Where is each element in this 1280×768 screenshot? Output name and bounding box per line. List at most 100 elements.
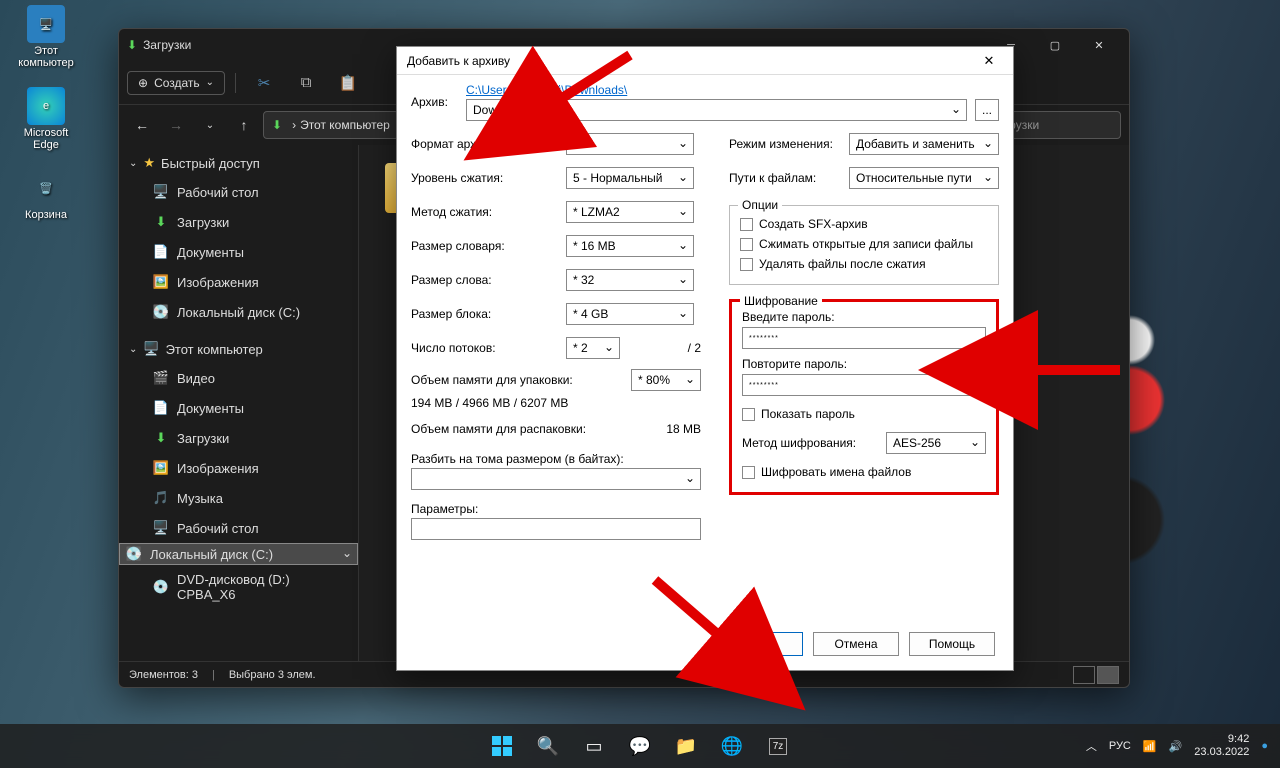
sidebar-item-downloads[interactable]: ⬇Загрузки xyxy=(119,207,358,237)
desktop-icon-edge[interactable]: e Microsoft Edge xyxy=(8,87,84,151)
help-button[interactable]: Помощь xyxy=(909,632,995,656)
sidebar-item-documents[interactable]: 📄Документы xyxy=(119,237,358,267)
checkbox-icon xyxy=(742,408,755,421)
zip-dialog: Добавить к архиву ✕ Архив: C:\Users\Евге… xyxy=(396,46,1014,671)
new-button[interactable]: ⊕Создать⌄ xyxy=(127,71,225,95)
history-button[interactable]: ⌄ xyxy=(195,111,225,139)
checkbox-icon xyxy=(742,466,755,479)
option-shared-checkbox[interactable]: Сжимать открытые для записи файлы xyxy=(740,234,988,254)
chat-button[interactable]: 💬 xyxy=(620,726,660,766)
threads-label: Число потоков: xyxy=(411,341,566,355)
desktop-icon-this-pc[interactable]: 🖥️ Этот компьютер xyxy=(8,5,84,69)
sidebar-item-videos[interactable]: 🎬Видео xyxy=(119,363,358,393)
sidebar-item-downloads[interactable]: ⬇Загрузки xyxy=(119,423,358,453)
language-indicator[interactable]: РУС xyxy=(1109,740,1131,752)
split-select[interactable] xyxy=(411,468,701,490)
copy-button[interactable]: ⧉ xyxy=(288,68,324,98)
desktop-icon: 🖥️ xyxy=(153,520,169,536)
forward-button[interactable]: → xyxy=(161,111,191,139)
sidebar-this-pc[interactable]: ⌄🖥️Этот компьютер xyxy=(119,335,358,363)
sidebar-item-desktop[interactable]: 🖥️Рабочий стол xyxy=(119,177,358,207)
clock[interactable]: 9:42 23.03.2022 xyxy=(1194,733,1249,758)
checkbox-icon xyxy=(740,218,753,231)
clipboard-icon: 📋 xyxy=(339,74,358,92)
format-label: Формат архива: xyxy=(411,137,566,151)
paths-select[interactable]: Относительные пути xyxy=(849,167,999,189)
maximize-button[interactable]: ▢ xyxy=(1033,29,1077,61)
method-label: Метод сжатия: xyxy=(411,205,566,219)
taskview-button[interactable]: ▭ xyxy=(574,726,614,766)
notification-icon[interactable]: ● xyxy=(1261,740,1268,752)
mem-unpack-label: Объем памяти для распаковки: xyxy=(411,422,666,436)
browse-button[interactable]: ... xyxy=(975,99,999,121)
options-group: Опции Создать SFX-архив Сжимать открытые… xyxy=(729,205,999,285)
download-icon: ⬇ xyxy=(153,214,169,230)
encrypt-names-checkbox[interactable]: Шифровать имена файлов xyxy=(742,462,986,482)
volume-icon[interactable]: 🔊 xyxy=(1169,740,1183,753)
explorer-title: Загрузки xyxy=(143,38,191,52)
view-icons-button[interactable] xyxy=(1097,666,1119,684)
folder-icon: 📁 xyxy=(675,736,697,757)
edge-icon: 🌐 xyxy=(721,736,743,757)
sidebar-item-music[interactable]: 🎵Музыка xyxy=(119,483,358,513)
params-input[interactable] xyxy=(411,518,701,540)
word-select[interactable]: * 32 xyxy=(566,269,694,291)
password-label: Введите пароль: xyxy=(742,310,986,324)
archive-name-input[interactable]: Downloads.7z xyxy=(466,99,967,121)
password-confirm-input[interactable]: ******** xyxy=(742,374,986,396)
explorer-button[interactable]: 📁 xyxy=(666,726,706,766)
update-select[interactable]: Добавить и заменить xyxy=(849,133,999,155)
option-delete-checkbox[interactable]: Удалять файлы после сжатия xyxy=(740,254,988,274)
7zip-icon: 7z xyxy=(769,738,788,755)
sidebar-item-documents[interactable]: 📄Документы xyxy=(119,393,358,423)
sidebar-item-local-disk[interactable]: ›💽Локальный диск (C:) xyxy=(119,543,358,565)
search-button[interactable]: 🔍 xyxy=(528,726,568,766)
close-button[interactable]: ✕ xyxy=(1077,29,1121,61)
downloads-icon: ⬇ xyxy=(127,38,137,52)
mem-pack-select[interactable]: * 80% xyxy=(631,369,701,391)
search-icon: 🔍 xyxy=(537,736,559,757)
status-item-count: Элементов: 3 xyxy=(129,669,198,681)
enc-method-select[interactable]: AES-256 xyxy=(886,432,986,454)
recycle-bin-icon: 🗑️ xyxy=(27,169,65,207)
checkbox-icon xyxy=(740,258,753,271)
chevron-down-icon: ⌄ xyxy=(129,344,137,355)
address-path[interactable]: ⬇›Этот компьютер xyxy=(263,111,399,139)
sidebar-item-desktop[interactable]: 🖥️Рабочий стол xyxy=(119,513,358,543)
ok-button[interactable]: OK xyxy=(717,632,803,656)
format-select[interactable]: 7z xyxy=(566,133,694,155)
windows-icon xyxy=(492,736,512,756)
start-button[interactable] xyxy=(482,726,522,766)
sidebar-item-local-disk[interactable]: 💽Локальный диск (C:) xyxy=(119,297,358,327)
scissors-icon: ✂ xyxy=(258,74,271,92)
paste-button[interactable]: 📋 xyxy=(330,68,366,98)
edge-button[interactable]: 🌐 xyxy=(712,726,752,766)
sidebar-item-pictures[interactable]: 🖼️Изображения xyxy=(119,267,358,297)
level-select[interactable]: 5 - Нормальный xyxy=(566,167,694,189)
option-sfx-checkbox[interactable]: Создать SFX-архив xyxy=(740,214,988,234)
disk-icon: 💽 xyxy=(153,304,169,320)
threads-max: / 2 xyxy=(688,341,701,355)
network-icon[interactable]: 📶 xyxy=(1143,740,1157,753)
7zip-button[interactable]: 7z xyxy=(758,726,798,766)
dialog-close-button[interactable]: ✕ xyxy=(975,50,1003,72)
sidebar-item-pictures[interactable]: 🖼️Изображения xyxy=(119,453,358,483)
sidebar-item-dvd[interactable]: 💿DVD-дисковод (D:) CPBA_X6 xyxy=(119,565,358,609)
threads-select[interactable]: * 2 xyxy=(566,337,620,359)
show-password-checkbox[interactable]: Показать пароль xyxy=(742,404,986,424)
dict-select[interactable]: * 16 MB xyxy=(566,235,694,257)
method-select[interactable]: * LZMA2 xyxy=(566,201,694,223)
edge-icon: e xyxy=(27,87,65,125)
tray-expand-button[interactable]: ︿ xyxy=(1086,738,1097,754)
cut-button[interactable]: ✂ xyxy=(246,68,282,98)
dialog-titlebar[interactable]: Добавить к архиву ✕ xyxy=(397,47,1013,75)
password-input[interactable]: ******** xyxy=(742,327,986,349)
sidebar-quick-access[interactable]: ⌄★Быстрый доступ xyxy=(119,149,358,177)
desktop-icon-recycle[interactable]: 🗑️ Корзина xyxy=(8,169,84,221)
block-select[interactable]: * 4 GB xyxy=(566,303,694,325)
up-button[interactable]: ↑ xyxy=(229,111,259,139)
view-details-button[interactable] xyxy=(1073,666,1095,684)
params-label: Параметры: xyxy=(411,502,701,516)
cancel-button[interactable]: Отмена xyxy=(813,632,899,656)
back-button[interactable]: ← xyxy=(127,111,157,139)
